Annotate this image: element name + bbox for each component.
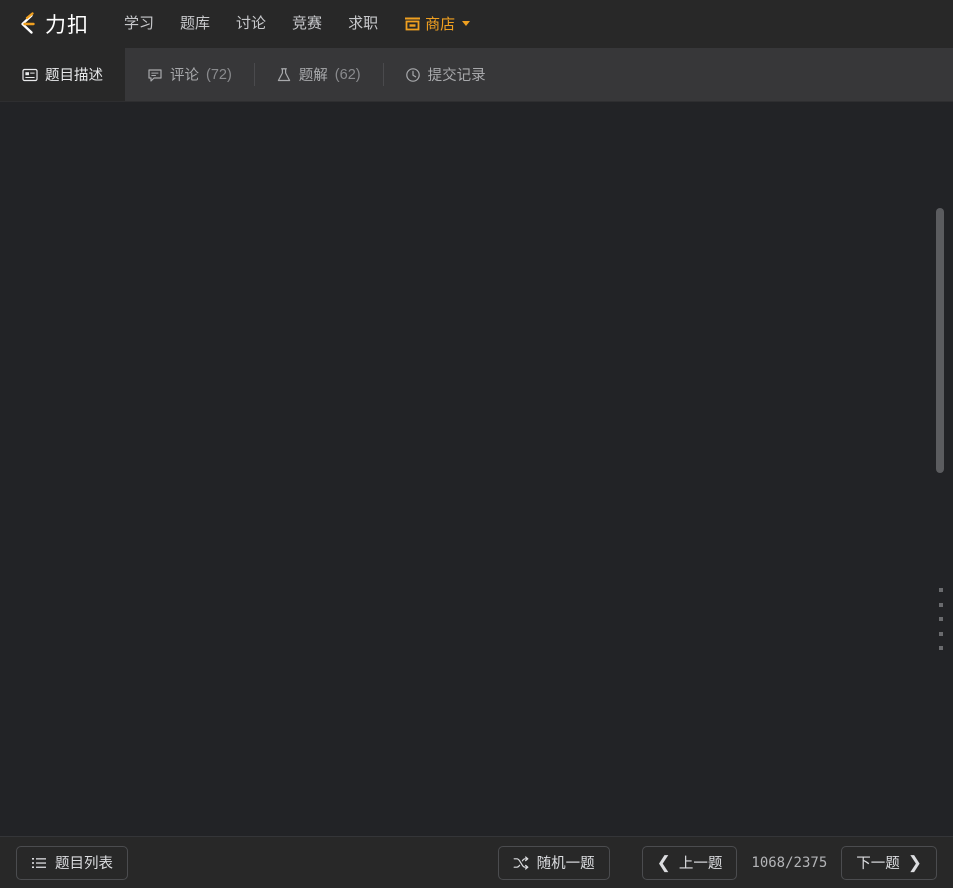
nav-item-contest[interactable]: 竞赛: [279, 0, 335, 48]
tab-submissions-label: 提交记录: [427, 68, 486, 84]
nav-item-problems[interactable]: 题库: [167, 0, 223, 48]
problem-pagination: ❮ 上一题 1068/2375 下一题 ❯: [641, 845, 937, 880]
problem-description-panel: 1068. 产品销售分析 I 难度 简单 18: [6, 102, 953, 120]
bottom-right-group: 随机一题 ❮ 上一题 1068/2375 下一题 ❯: [497, 845, 937, 880]
chevron-down-icon: [462, 21, 471, 26]
nav-item-study[interactable]: 学习: [111, 0, 167, 48]
shuffle-icon: [513, 855, 529, 871]
comment-icon: [147, 67, 163, 83]
random-problem-button[interactable]: 随机一题: [497, 845, 610, 880]
chevron-right-icon: ❯: [907, 853, 922, 872]
problem-list-button[interactable]: 题目列表: [16, 845, 128, 880]
problem-list-label: 题目列表: [55, 856, 113, 872]
prev-problem-label: 上一题: [678, 856, 723, 872]
resize-dot: [939, 617, 943, 621]
leetcode-logo-icon: [14, 11, 40, 37]
tab-comments-label: 评论: [170, 68, 199, 84]
site-logo-text: 力扣: [45, 13, 89, 37]
panel-resize-handle[interactable]: [939, 588, 944, 650]
bottom-toolbar: 题目列表 随机一题 ❮ 上一题 1068/2375 下一题 ❯: [0, 836, 953, 888]
tab-solutions-count: (62): [334, 66, 361, 83]
random-problem-label: 随机一题: [536, 856, 595, 872]
tab-comments-count: (72): [206, 66, 232, 83]
flask-icon: [276, 67, 292, 83]
shop-icon: [404, 16, 421, 31]
leetcode-problem-page: 力扣 学习 题库 讨论 竞赛 求职 商店 题目描述 评论 (72) 题解 (62…: [0, 0, 953, 888]
nav-item-discuss[interactable]: 讨论: [223, 0, 279, 48]
nav-item-jobs[interactable]: 求职: [335, 0, 391, 48]
tab-solutions[interactable]: 题解 (62): [253, 48, 383, 101]
problem-counter: 1068/2375: [751, 854, 828, 871]
next-problem-button[interactable]: 下一题 ❯: [841, 845, 937, 880]
chevron-left-icon: ❮: [656, 853, 671, 872]
resize-dot: [939, 646, 943, 650]
top-navbar: 力扣 学习 题库 讨论 竞赛 求职 商店: [0, 0, 953, 48]
next-problem-label: 下一题: [856, 856, 900, 872]
tab-solutions-label: 题解: [298, 68, 328, 84]
clock-icon: [405, 67, 421, 83]
list-icon: [31, 855, 47, 871]
tab-submissions[interactable]: 提交记录: [382, 48, 508, 101]
nav-item-shop[interactable]: 商店: [391, 13, 483, 34]
nav-shop-label: 商店: [425, 16, 456, 33]
resize-dot: [939, 602, 943, 607]
prev-problem-button[interactable]: ❮ 上一题: [641, 845, 738, 880]
tab-description[interactable]: 题目描述: [0, 48, 125, 101]
description-icon: [22, 67, 38, 83]
site-logo[interactable]: 力扣: [14, 9, 89, 39]
scrollbar-thumb[interactable]: [936, 208, 944, 473]
tab-description-label: 题目描述: [45, 68, 103, 84]
resize-dot: [939, 588, 943, 592]
tab-comments[interactable]: 评论 (72): [125, 48, 254, 101]
resize-dot: [939, 631, 943, 636]
problem-tabbar: 题目描述 评论 (72) 题解 (62) 提交记录: [0, 48, 953, 102]
